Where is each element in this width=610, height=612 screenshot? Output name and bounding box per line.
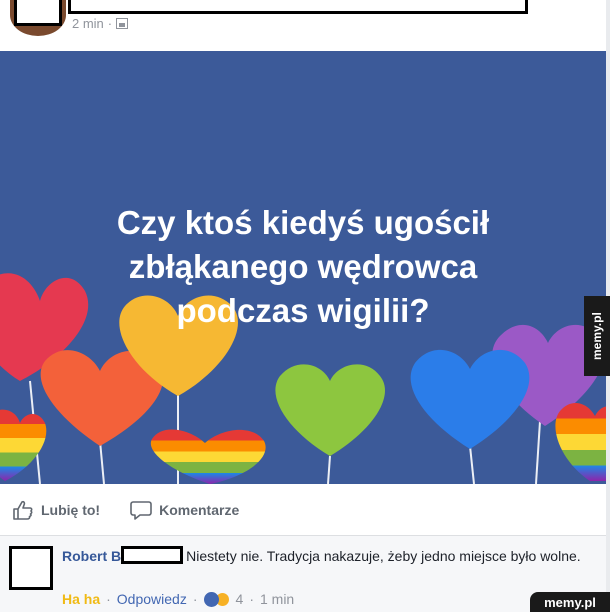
like-label: Lubię to!: [41, 502, 101, 518]
like-reaction-icon: [203, 591, 219, 607]
comment-bubble-icon: [130, 501, 152, 520]
comment-button[interactable]: Komentarze: [130, 500, 239, 520]
post-meta: 2 min ·: [72, 16, 129, 31]
post-actions-bar: Lubię to! Komentarze: [0, 485, 606, 535]
comments-section: Robert B Niestety nie. Tradycja nakazuje,…: [0, 535, 606, 612]
comment-actions: Ha ha · Odpowiedz · 4 · 1 min: [62, 591, 294, 607]
comment-label: Komentarze: [159, 502, 240, 518]
comment-text: Niestety nie. Tradycja nakazuje, żeby je…: [186, 548, 581, 564]
commenter-name[interactable]: Robert B: [62, 548, 121, 564]
meta-separator: ·: [107, 16, 113, 31]
sep-1: ·: [106, 591, 111, 607]
author-name-redacted: [68, 0, 528, 14]
banner-line-2: zbłąkanego wędrowca: [128, 248, 478, 285]
reaction-count[interactable]: 4: [236, 591, 244, 607]
comment-time[interactable]: 1 min: [260, 591, 294, 607]
banner-line-1: Czy ktoś kiedyś ugościł: [116, 204, 490, 241]
haha-reaction-button[interactable]: Ha ha: [62, 591, 100, 607]
sep-3: ·: [249, 591, 254, 607]
facebook-post-screenshot: 2 min · Czy ktoś kiedyś ugościł zbłąkane…: [0, 0, 610, 612]
sep-2: ·: [192, 591, 198, 607]
corner-watermark: memy.pl: [530, 592, 610, 612]
author-avatar[interactable]: [10, 0, 66, 36]
banner-line-3: podczas wigilii?: [176, 292, 430, 329]
post-timestamp[interactable]: 2 min: [72, 16, 104, 31]
like-button[interactable]: Lubię to!: [12, 500, 100, 520]
side-watermark: memy.pl: [584, 296, 610, 376]
group-icon: [116, 18, 129, 29]
commenter-surname-redacted: [121, 546, 184, 564]
banner-question: Czy ktoś kiedyś ugościł zbłąkanego wędro…: [0, 201, 606, 333]
post-banner[interactable]: Czy ktoś kiedyś ugościł zbłąkanego wędro…: [0, 51, 606, 484]
commenter-avatar-redacted[interactable]: [9, 546, 53, 590]
reply-button[interactable]: Odpowiedz: [117, 591, 187, 607]
redaction-box: [14, 0, 62, 26]
reactions-summary[interactable]: [203, 591, 230, 607]
thumbs-up-icon: [13, 500, 33, 520]
comment-body: Robert B Niestety nie. Tradycja nakazuje,…: [62, 546, 582, 566]
